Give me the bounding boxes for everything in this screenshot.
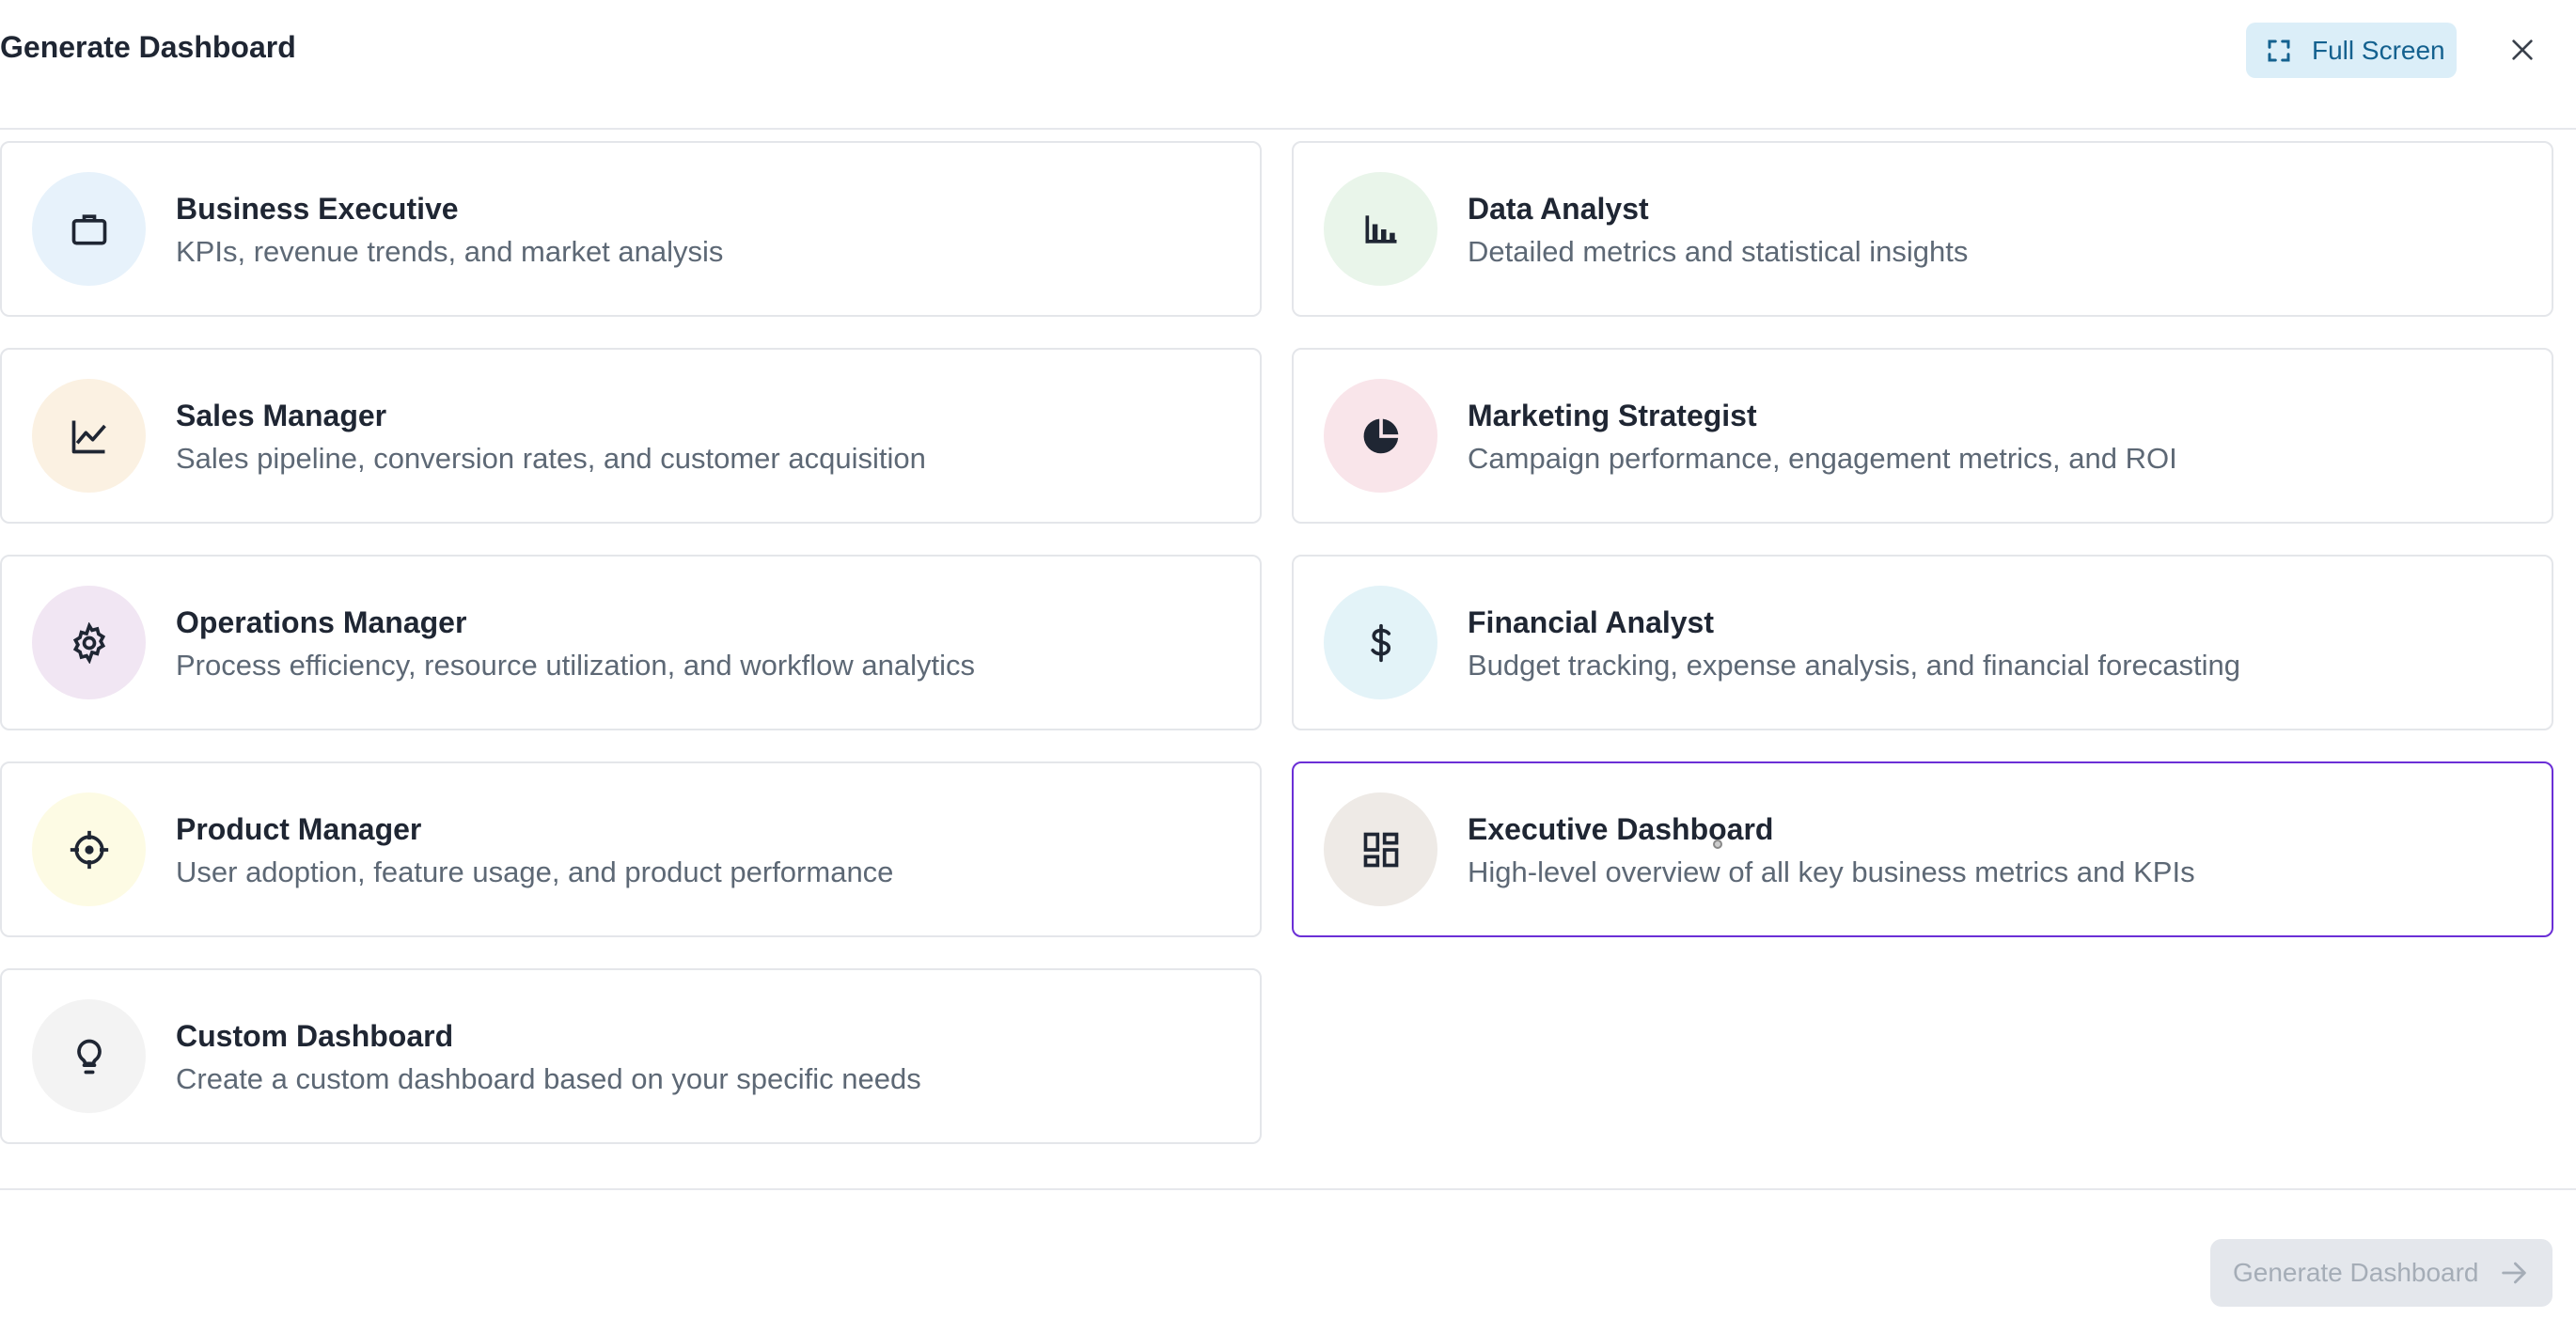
card-title: Product Manager [176,812,422,846]
briefcase-icon [71,213,106,244]
dollar-icon [1370,623,1390,662]
card-icon-circle [1324,172,1437,286]
card-icon-circle [32,999,146,1113]
card-description: Process efficiency, resource utilization… [176,649,976,682]
dashboard-type-grid: Business Executive KPIs, revenue trends,… [0,141,2553,1144]
card-icon-circle [1324,379,1437,493]
card-title: Data Analyst [1468,192,1649,226]
card-description: Budget tracking, expense analysis, and f… [1468,649,2240,682]
card-product-manager[interactable]: Product Manager User adoption, feature u… [0,761,1262,937]
expand-icon [2268,39,2290,61]
card-title: Operations Manager [176,605,467,639]
card-description: User adoption, feature usage, and produc… [176,855,894,888]
card-icon-circle [32,586,146,699]
dashboard-icon [1363,832,1398,867]
lightbulb-icon [76,1039,102,1074]
card-marketing-strategist[interactable]: Marketing Strategist Campaign performanc… [1292,348,2553,524]
card-executive-dashboard[interactable]: Executive Dashboard High-level overview … [1292,761,2553,937]
dialog-header: Generate Dashboard Full Screen [0,0,2576,130]
close-icon [2512,39,2533,60]
card-data-analyst[interactable]: Data Analyst Detailed metrics and statis… [1292,141,2553,317]
generate-dashboard-button[interactable]: Generate Dashboard [2210,1239,2552,1307]
mouse-cursor-indicator [1713,839,1722,849]
crosshair-icon [70,830,108,869]
card-description: KPIs, revenue trends, and market analysi… [176,235,724,268]
dialog-title: Generate Dashboard [0,30,296,64]
card-title: Custom Dashboard [176,1019,454,1053]
line-chart-icon [71,420,106,453]
card-icon-circle [32,792,146,906]
card-title: Business Executive [176,192,459,226]
bar-chart-icon [1365,214,1396,243]
card-icon-circle [32,172,146,286]
card-icon-circle [1324,792,1437,906]
pie-chart-icon [1363,418,1398,453]
card-title: Marketing Strategist [1468,399,1757,432]
close-button[interactable] [2499,26,2546,73]
dialog-footer: Generate Dashboard [0,1188,2576,1318]
card-financial-analyst[interactable]: Financial Analyst Budget tracking, expen… [1292,555,2553,730]
card-operations-manager[interactable]: Operations Manager Process efficiency, r… [0,555,1262,730]
full-screen-label: Full Screen [2312,35,2445,65]
card-icon-circle [32,379,146,493]
arrow-right-icon [2501,1262,2526,1284]
card-title: Sales Manager [176,399,387,432]
card-description: Create a custom dashboard based on your … [176,1062,921,1095]
card-custom-dashboard[interactable]: Custom Dashboard Create a custom dashboa… [0,968,1262,1144]
card-icon-circle [1324,586,1437,699]
card-description: High-level overview of all key business … [1468,855,2195,888]
card-sales-manager[interactable]: Sales Manager Sales pipeline, conversion… [0,348,1262,524]
card-title: Executive Dashboard [1468,812,1774,846]
card-description: Sales pipeline, conversion rates, and cu… [176,442,926,475]
card-description: Detailed metrics and statistical insight… [1468,235,1969,268]
generate-dashboard-label: Generate Dashboard [2233,1258,2479,1287]
gear-icon [72,621,105,664]
full-screen-button[interactable]: Full Screen [2246,23,2457,78]
card-business-executive[interactable]: Business Executive KPIs, revenue trends,… [0,141,1262,317]
card-description: Campaign performance, engagement metrics… [1468,442,2177,475]
card-title: Financial Analyst [1468,605,1714,639]
